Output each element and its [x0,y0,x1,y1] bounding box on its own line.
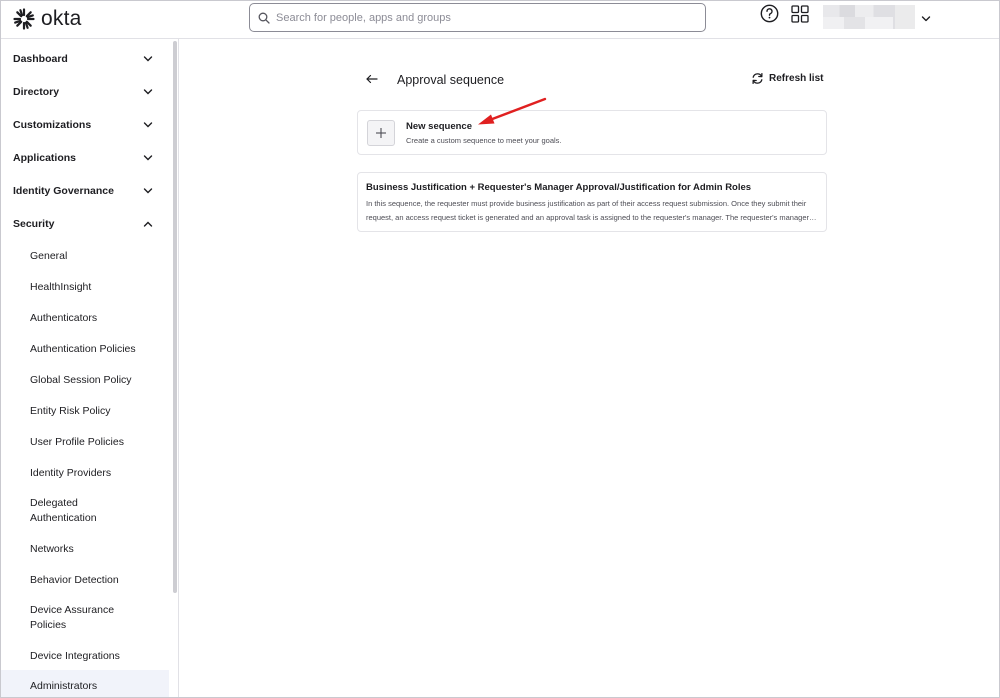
logo-text: okta [41,7,82,30]
sidebar-item-behavior-detection[interactable]: Behavior Detection [1,573,169,588]
sidebar-item-general[interactable]: General [1,249,169,264]
user-menu-redacted[interactable] [823,5,915,29]
sidebar-item-healthinsight[interactable]: HealthInsight [1,280,169,295]
sidebar-section-applications[interactable]: Applications [1,141,169,174]
sidebar-scrollbar-thumb[interactable] [173,41,177,593]
annotation-arrow [478,97,547,125]
sidebar-item-device-integrations[interactable]: Device Integrations [1,649,169,664]
sidebar-item-entity-risk-policy[interactable]: Entity Risk Policy [1,404,169,419]
chevron-down-icon [143,154,153,160]
new-sequence-title: New sequence [406,121,472,132]
new-sequence-card[interactable]: New sequence Create a custom sequence to… [357,110,827,155]
page-title: Approval sequence [397,73,505,87]
chevron-down-icon [921,16,931,22]
sidebar-section-label: Security [13,217,55,230]
sidebar-item-device-assurance-policies[interactable]: Device Assurance Policies [1,603,129,632]
top-bar: okta [1,1,999,39]
sidebar-item-authentication-policies[interactable]: Authentication Policies [1,342,169,357]
sidebar-section-identity-governance[interactable]: Identity Governance [1,174,169,207]
search-icon [258,12,270,24]
search-input[interactable] [276,11,676,24]
sequence-title: Business Justification + Requester's Man… [366,182,752,193]
sidebar-item-networks[interactable]: Networks [1,542,169,557]
main-content: Approval sequence Refresh list New seque… [180,39,999,697]
sidebar-section-security[interactable]: Security [1,207,169,240]
chevron-down-icon [143,88,153,94]
sidebar-item-global-session-policy[interactable]: Global Session Policy [1,373,169,388]
chevron-down-icon [143,121,153,127]
refresh-list-label: Refresh list [769,73,824,84]
sidebar-section-directory[interactable]: Directory [1,75,169,108]
sidebar-section-label: Identity Governance [13,184,114,197]
okta-logo[interactable]: okta [13,7,82,31]
help-button[interactable] [760,4,779,28]
sidebar: Dashboard Directory Customizations Appli… [1,39,179,697]
grid-icon [791,5,809,23]
sidebar-section-customizations[interactable]: Customizations [1,108,169,141]
sidebar-item-identity-providers[interactable]: Identity Providers [1,466,169,481]
chevron-down-icon [143,55,153,61]
sidebar-section-label: Applications [13,151,77,164]
global-search[interactable] [249,3,706,32]
sidebar-item-administrators[interactable]: Administrators [1,670,169,697]
new-sequence-description: Create a custom sequence to meet your go… [406,136,562,145]
chevron-down-icon [143,187,153,193]
refresh-icon [752,72,763,85]
okta-sunburst-icon [13,8,35,30]
help-icon [760,4,779,23]
sidebar-item-authenticators[interactable]: Authenticators [1,311,169,326]
app-window: okta Search for people, apps and groups … [0,0,1000,698]
sidebar-section-label: Customizations [13,118,92,131]
sidebar-item-user-profile-policies[interactable]: User Profile Policies [1,435,169,450]
back-button[interactable] [365,72,379,91]
chevron-up-icon [143,221,153,227]
sidebar-section-dashboard[interactable]: Dashboard [1,42,169,75]
sidebar-section-label: Directory [13,85,60,98]
sequence-description: In this sequence, the requester must pro… [366,199,809,222]
sidebar-item-delegated-authentication[interactable]: Delegated Authentication [1,496,119,525]
arrow-left-icon [366,74,378,84]
user-menu-toggle[interactable] [921,10,931,28]
app-switcher-button[interactable] [791,5,809,28]
add-sequence-button[interactable] [367,120,395,146]
plus-icon [376,128,386,138]
sequence-card[interactable]: Business Justification + Requester's Man… [357,172,827,232]
sidebar-section-label: Dashboard [13,52,68,65]
refresh-list-button[interactable]: Refresh list [751,72,823,85]
